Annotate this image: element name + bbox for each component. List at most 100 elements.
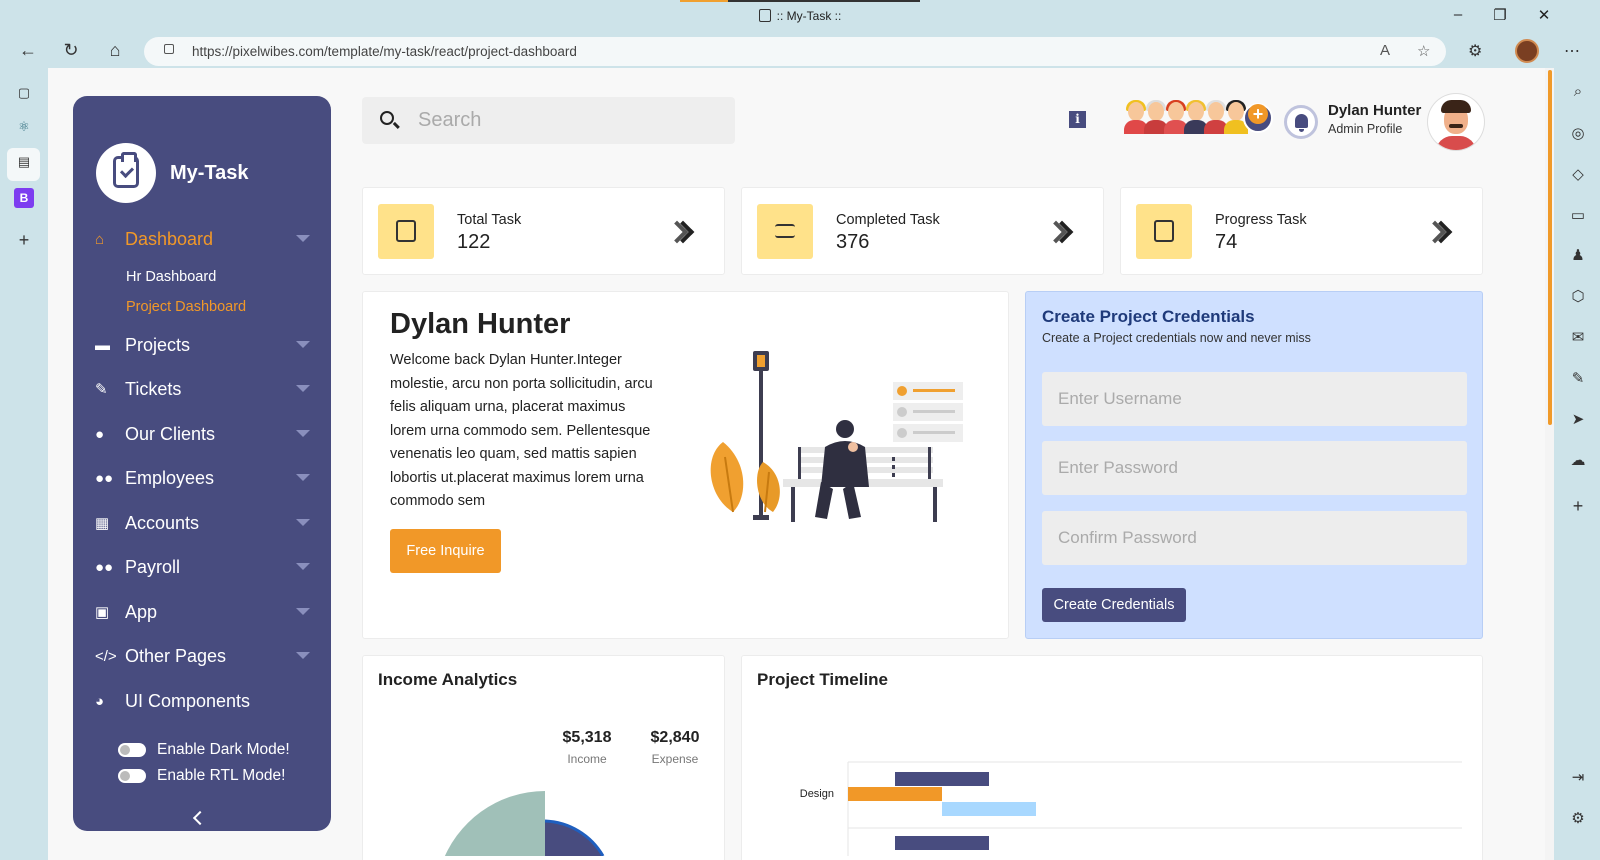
- new-tab-icon[interactable]: +: [14, 230, 34, 250]
- more-icon[interactable]: ⋯: [1564, 41, 1580, 61]
- stat-card-total-task[interactable]: Total Task 122: [362, 187, 725, 275]
- menu-label: Dashboard: [125, 228, 214, 249]
- confirm-password-field[interactable]: [1042, 511, 1467, 565]
- chevron-right-icon[interactable]: [1427, 222, 1449, 244]
- chevron-down-icon: [296, 385, 310, 392]
- sidebar-toggle-icon[interactable]: ⇥: [1568, 768, 1588, 788]
- search-icon[interactable]: ⌕: [1568, 83, 1588, 103]
- timeline-bar[interactable]: [848, 787, 942, 801]
- toggle-switch[interactable]: [118, 743, 146, 757]
- read-aloud-icon[interactable]: A: [1380, 42, 1390, 59]
- menu-label: UI Components: [125, 690, 251, 711]
- window-title: :: My-Task ::: [0, 9, 1600, 23]
- browser-right-strip: ⌕ ◎ ◇ ▭ ♟ ⬡ ✉ ✎ ➤ ☁ + ⇥ ⚙: [1554, 68, 1600, 860]
- chevron-down-icon: [296, 563, 310, 570]
- dark-mode-toggle[interactable]: Enable Dark Mode!: [118, 741, 290, 759]
- timeline-bar[interactable]: [895, 836, 989, 850]
- chevron-down-icon: [296, 341, 310, 348]
- address-bar[interactable]: https://pixelwibes.com/template/my-task/…: [144, 37, 1446, 66]
- toggle-switch[interactable]: [118, 769, 146, 783]
- menu-other-pages[interactable]: </> Other Pages: [95, 640, 310, 672]
- palette-icon: ◕: [95, 692, 105, 710]
- logo-icon[interactable]: [96, 143, 156, 203]
- menu-accounts[interactable]: ▦ Accounts: [95, 507, 310, 539]
- search-input[interactable]: [418, 97, 718, 144]
- submenu-project-dashboard[interactable]: Project Dashboard: [126, 299, 246, 315]
- close-icon[interactable]: ✕: [1534, 6, 1554, 24]
- stat-label: Total Task: [457, 212, 522, 228]
- person: [815, 420, 869, 519]
- stat-value: 74: [1215, 231, 1238, 253]
- welcome-name: Dylan Hunter: [390, 308, 571, 340]
- username-field[interactable]: [1042, 372, 1467, 426]
- address-row: ← ↻ ⌂ https://pixelwibes.com/template/my…: [0, 34, 1600, 68]
- extensions-icon[interactable]: ⚙: [1468, 41, 1482, 61]
- add-icon[interactable]: +: [1568, 496, 1588, 516]
- user-avatar[interactable]: [1428, 94, 1484, 150]
- menu-ui-components[interactable]: ◕ UI Components: [95, 685, 310, 717]
- chevron-down-icon: [296, 430, 310, 437]
- timeline-bar[interactable]: [895, 772, 989, 786]
- tab-actions-icon[interactable]: ▢: [14, 85, 34, 105]
- income-value: $5,318: [562, 729, 612, 746]
- edit-icon[interactable]: ✎: [1568, 369, 1588, 389]
- outlook-icon[interactable]: ✉: [1568, 328, 1588, 348]
- window-title-text: :: My-Task ::: [776, 9, 842, 23]
- free-inquire-button[interactable]: Free Inquire: [390, 529, 501, 573]
- brand-name[interactable]: My-Task: [170, 162, 249, 185]
- create-credentials-button[interactable]: Create Credentials: [1042, 588, 1186, 622]
- favorite-icon[interactable]: ☆: [1417, 42, 1430, 60]
- home-icon[interactable]: ⌂: [103, 40, 127, 61]
- stat-label: Completed Task: [836, 212, 940, 228]
- react-tab-icon[interactable]: ⚛: [14, 119, 34, 139]
- menu-projects[interactable]: ▬ Projects: [95, 329, 310, 361]
- tag-icon[interactable]: ◇: [1568, 165, 1588, 185]
- briefcase-icon[interactable]: ▭: [1568, 206, 1588, 226]
- copilot-icon[interactable]: ◎: [1568, 124, 1588, 144]
- page-scrollbar[interactable]: [1545, 68, 1554, 860]
- stat-card-progress-task[interactable]: Progress Task 74: [1120, 187, 1483, 275]
- scrollbar-thumb[interactable]: [1548, 70, 1552, 425]
- collapse-icon[interactable]: [192, 810, 208, 826]
- chevron-right-icon[interactable]: [1048, 222, 1070, 244]
- menu-payroll[interactable]: ●● Payroll: [95, 551, 310, 583]
- app-icon: ▣: [95, 604, 110, 621]
- minimize-icon[interactable]: –: [1448, 6, 1468, 23]
- cloud-icon[interactable]: ☁: [1568, 451, 1588, 471]
- search-box[interactable]: [362, 97, 735, 144]
- rtl-mode-toggle[interactable]: Enable RTL Mode!: [118, 767, 285, 785]
- menu-tickets[interactable]: ✎ Tickets: [95, 373, 310, 405]
- back-icon[interactable]: ←: [16, 40, 40, 61]
- menu-employees[interactable]: ●● Employees: [95, 462, 310, 494]
- reload-icon[interactable]: ↻: [59, 40, 83, 61]
- bench-illustration: [710, 351, 963, 522]
- row-label: Design: [800, 788, 834, 800]
- bootstrap-tab-icon[interactable]: B: [14, 188, 34, 208]
- password-field[interactable]: [1042, 441, 1467, 495]
- submenu-hr-dashboard[interactable]: Hr Dashboard: [126, 269, 216, 285]
- income-analytics-card: Income Analytics $5,318 Income $2,840 Ex…: [362, 655, 725, 860]
- clipboard-tab-icon[interactable]: ▤: [14, 154, 34, 174]
- menu-our-clients[interactable]: ● Our Clients: [95, 418, 310, 450]
- menu-app[interactable]: ▣ App: [95, 596, 310, 628]
- expense-slice: [545, 821, 603, 856]
- search-icon[interactable]: [380, 111, 394, 125]
- settings-icon[interactable]: ⚙: [1568, 809, 1588, 829]
- users-icon: ●●: [95, 469, 114, 487]
- send-icon[interactable]: ➤: [1568, 410, 1588, 430]
- info-icon[interactable]: i: [1069, 111, 1086, 128]
- office-icon[interactable]: ⬡: [1568, 287, 1588, 307]
- menu-dashboard[interactable]: ⌂ Dashboard: [95, 223, 310, 255]
- menu-label: App: [125, 601, 158, 622]
- stat-card-completed-task[interactable]: Completed Task 376: [741, 187, 1104, 275]
- chevron-right-icon[interactable]: [669, 222, 691, 244]
- add-member-icon[interactable]: [1243, 103, 1273, 133]
- games-icon[interactable]: ♟: [1568, 246, 1588, 266]
- url-text[interactable]: https://pixelwibes.com/template/my-task/…: [192, 44, 577, 59]
- restore-icon[interactable]: ❐: [1490, 6, 1510, 24]
- timeline-bar[interactable]: [942, 802, 1036, 816]
- clipboard-chart-icon: [1136, 204, 1192, 259]
- user-name[interactable]: Dylan Hunter: [1328, 102, 1421, 119]
- profile-avatar[interactable]: [1515, 39, 1539, 63]
- notification-bell-icon[interactable]: [1284, 105, 1318, 139]
